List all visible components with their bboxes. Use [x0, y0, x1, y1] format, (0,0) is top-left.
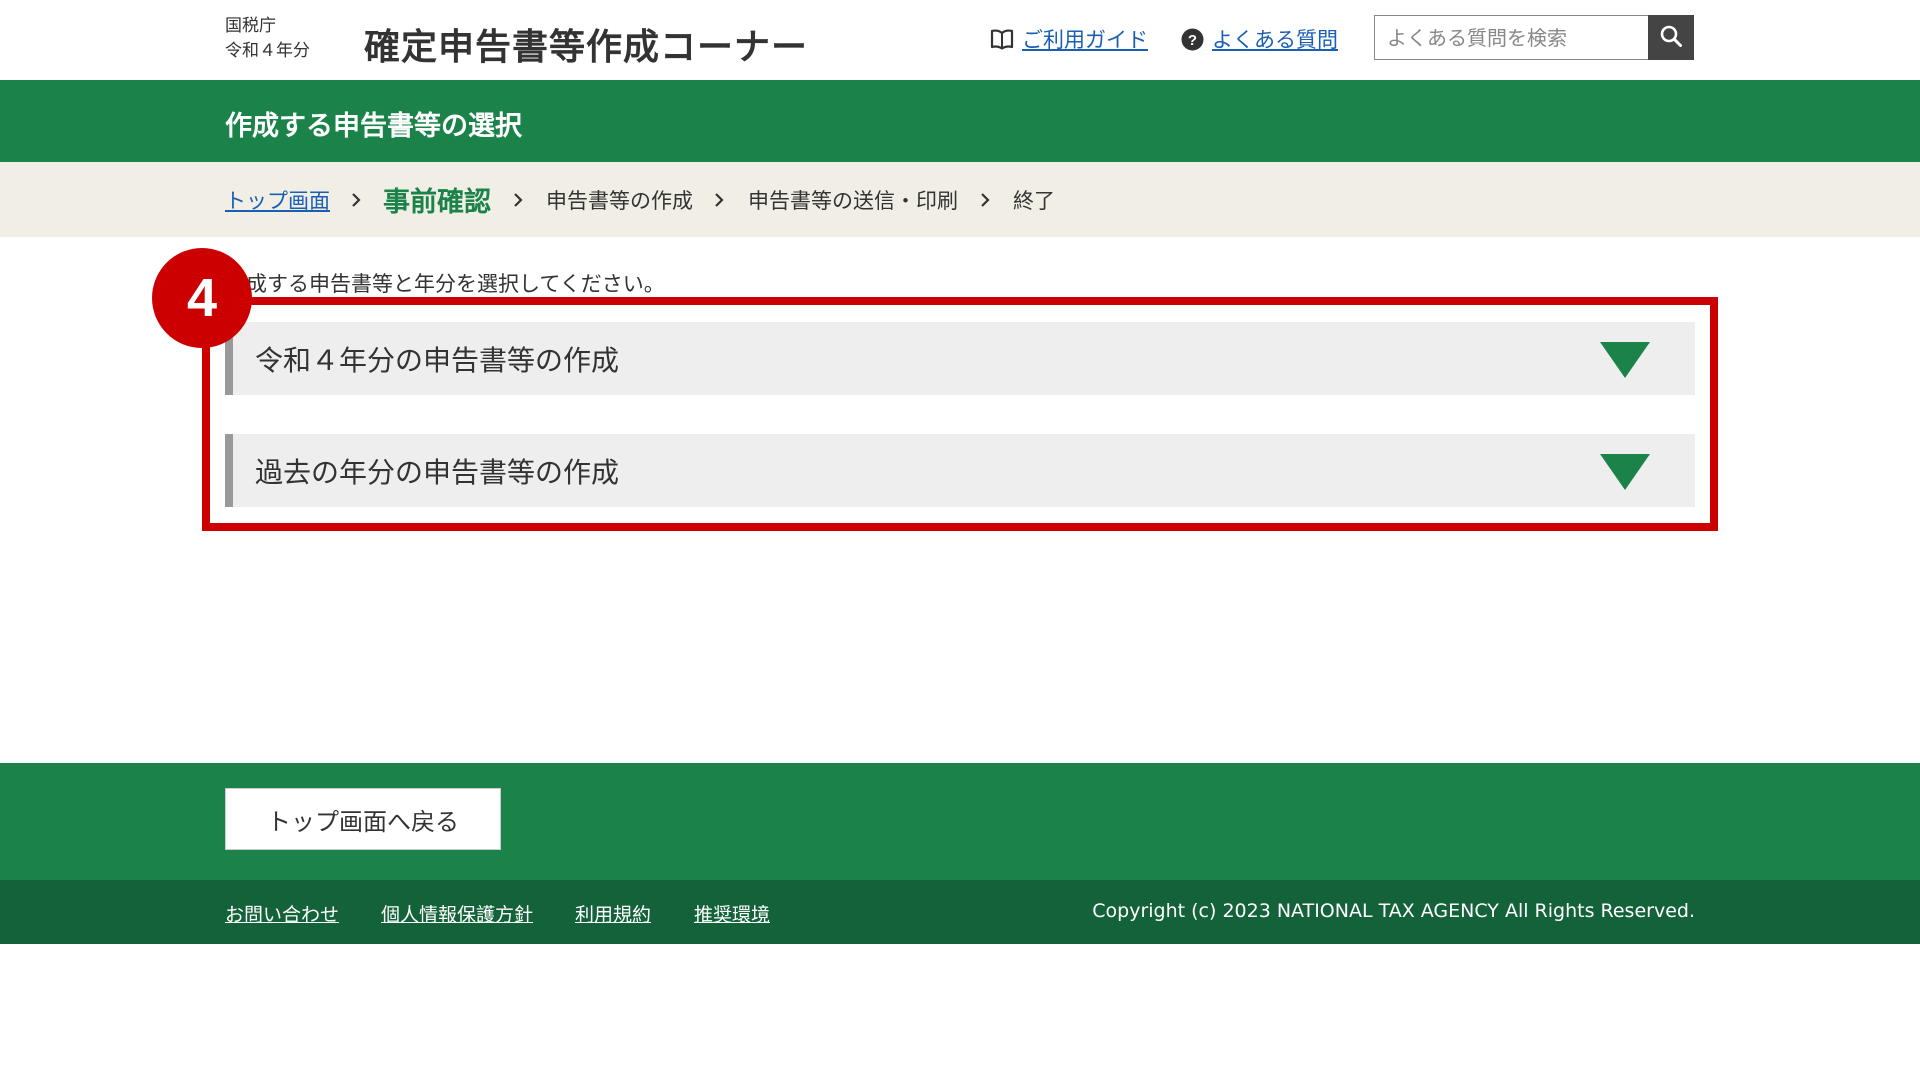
site-header: 国税庁 令和４年分 確定申告書等作成コーナー ご利用ガイド ? よくある質問	[0, 0, 1920, 80]
site-title: 確定申告書等作成コーナー	[364, 27, 809, 68]
chevron-right-icon	[979, 162, 991, 237]
chevron-right-icon	[713, 162, 725, 237]
copyright-text: Copyright (c) 2023 NATIONAL TAX AGENCY A…	[1092, 900, 1695, 922]
tax-year-label: 令和４年分	[225, 41, 310, 61]
step-top-screen[interactable]: トップ画面	[225, 162, 330, 237]
faq-search-box	[1374, 15, 1650, 60]
step-pre-check: 事前確認	[383, 187, 491, 218]
svg-text:?: ?	[1188, 32, 1197, 49]
faq-link[interactable]: ? よくある質問	[1181, 24, 1338, 54]
book-icon	[990, 28, 1014, 50]
step-finish: 終了	[1013, 188, 1055, 213]
guide-link-label: ご利用ガイド	[1022, 28, 1148, 52]
faq-search-input[interactable]	[1375, 16, 1649, 59]
annotation-highlight-frame	[202, 297, 1718, 531]
agency-name: 国税庁	[225, 16, 276, 36]
back-to-top-button[interactable]: トップ画面へ戻る	[225, 788, 501, 850]
agency-label: 国税庁 令和４年分	[225, 14, 310, 64]
step-create-return: 申告書等の作成	[546, 188, 693, 213]
footer-link-contact[interactable]: お問い合わせ	[225, 900, 339, 927]
search-button[interactable]	[1648, 15, 1694, 60]
footer-link-terms[interactable]: 利用規約	[575, 900, 651, 927]
instruction-text: 作成する申告書等と年分を選択してください。	[225, 272, 665, 296]
annotation-step-badge: 4	[152, 248, 252, 348]
question-circle-icon: ?	[1181, 28, 1204, 51]
footer-link-privacy[interactable]: 個人情報保護方針	[381, 900, 533, 927]
progress-steps: トップ画面 事前確認 申告書等の作成 申告書等の送信・印刷 終了	[0, 162, 1920, 237]
guide-link[interactable]: ご利用ガイド	[990, 24, 1148, 54]
chevron-right-icon	[350, 162, 362, 237]
footer-link-environment[interactable]: 推奨環境	[694, 900, 770, 927]
search-icon	[1659, 24, 1683, 51]
faq-link-label: よくある質問	[1212, 28, 1338, 52]
step-send-print: 申告書等の送信・印刷	[748, 188, 958, 213]
chevron-right-icon	[512, 162, 524, 237]
page-title: 作成する申告書等の選択	[225, 111, 522, 142]
